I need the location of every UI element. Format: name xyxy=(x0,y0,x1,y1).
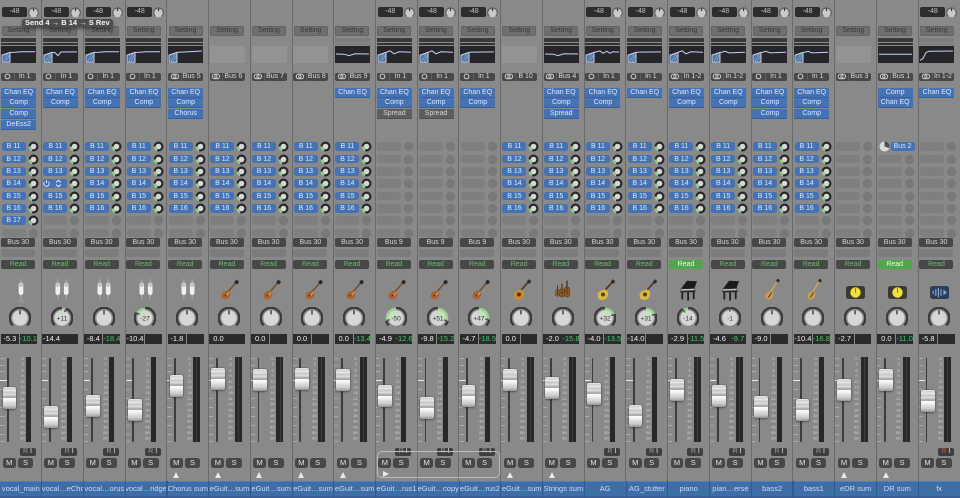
svg-text:+32: +32 xyxy=(599,315,611,322)
svg-text:+11: +11 xyxy=(57,315,68,322)
svg-text:-1: -1 xyxy=(727,315,733,322)
svg-text:+51: +51 xyxy=(432,315,444,322)
svg-text:+31: +31 xyxy=(641,315,653,322)
svg-text:-14: -14 xyxy=(683,315,693,322)
svg-text:-50: -50 xyxy=(391,315,401,322)
svg-text:+47: +47 xyxy=(474,315,486,322)
svg-text:-27: -27 xyxy=(141,315,151,322)
